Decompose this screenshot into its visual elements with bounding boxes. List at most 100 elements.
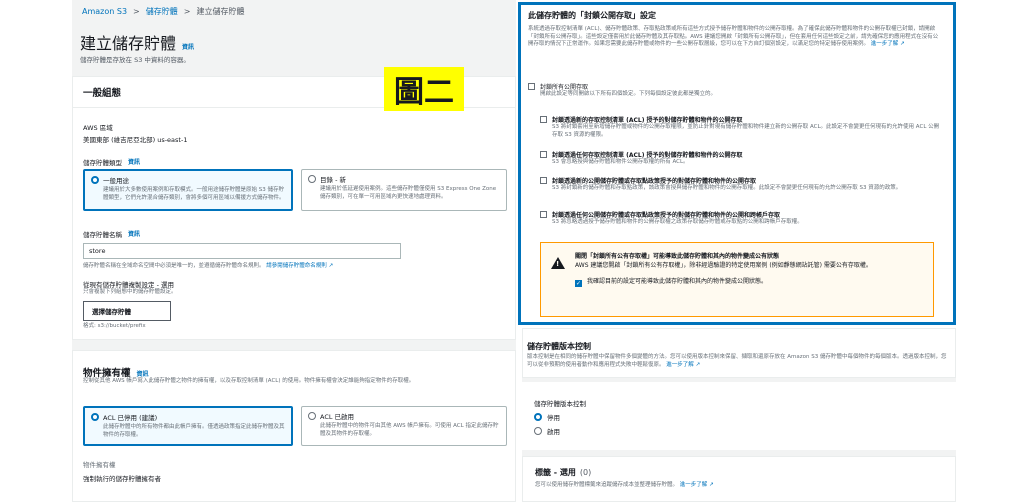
panel-heading: 此儲存貯體的「封鎖公開存取」設定	[528, 11, 656, 20]
versioning-disable-radio[interactable]: 停用	[534, 412, 560, 422]
info-link[interactable]: 資訊	[128, 229, 140, 239]
bucket-name-input[interactable]: store	[83, 243, 401, 259]
checkbox-icon	[540, 151, 547, 158]
external-link-icon: ↗	[709, 482, 714, 488]
panel-heading: 標籤 - 選用	[535, 468, 576, 477]
option-title: ACL 已停用 (建議)	[103, 414, 158, 422]
bucket-name-hint: 儲存貯體名稱在全域命名空間中必須是唯一的，並遵循儲存貯體命名規則。 請參閱儲存貯…	[83, 263, 334, 269]
external-link-icon: ↗	[695, 361, 701, 368]
option-title: 目錄 - 新	[320, 176, 346, 184]
block-public-access-highlight: 此儲存貯體的「封鎖公開存取」設定 系統透過存取控制清單 (ACL)、儲存貯體政策…	[518, 2, 956, 325]
versioning-panel: 儲存貯體版本控制 版本控制是在相同的儲存貯體中保留物件多個變體的方法。您可以使用…	[522, 328, 956, 378]
choose-bucket-button[interactable]: 選擇儲存貯體	[83, 301, 171, 321]
external-link-icon: ↗	[328, 263, 334, 269]
radio-selected-icon	[534, 413, 542, 421]
info-link[interactable]: 資訊	[182, 42, 194, 51]
checkbox-label: 我確認目前的設定可能導致此儲存貯體和其內的物件變成公開狀態。	[587, 278, 768, 286]
block-new-acl-checkbox[interactable]: 封鎖透過新的存取控制清單 (ACL) 授予的對儲存貯體和物件的公開存取 S3 將…	[540, 115, 940, 139]
radio-label: 停用	[547, 414, 560, 422]
block-all-checkbox[interactable]: 封鎖所有公開存取 開啟此設定等同開啟以下所有四個設定。下列每個設定彼此都是獨立的…	[528, 82, 940, 99]
tags-panel: 標籤 - 選用 (0) 您可以使用儲存貯體標籤來追蹤儲存成本並整理儲存貯體。 進…	[522, 456, 956, 502]
radio-icon	[534, 427, 542, 435]
tags-count: (0)	[579, 468, 592, 477]
ownership-label: 物件擁有權	[83, 461, 116, 469]
format-hint: 格式: s3://bucket/prefix	[83, 323, 146, 329]
learn-more-link[interactable]: 進一步了解	[666, 362, 694, 368]
bucket-type-label: 儲存貯體類型	[83, 159, 122, 167]
breadcrumb-buckets[interactable]: 儲存貯體	[146, 6, 178, 17]
page-title-row: 建立儲存貯體 資訊	[80, 30, 194, 54]
checkbox-label: 封鎖透過任何公開儲存貯體或存取點政策授予的對儲存貯體和物件的公開和跨帳戶存取	[552, 212, 781, 219]
versioning-desc: 版本控制是在相同的儲存貯體中保留物件多個變體的方法。您可以使用版本控制來保留、擷…	[527, 354, 947, 368]
checkbox-hint: 開啟此設定等同開啟以下所有四個設定。下列每個設定彼此都是獨立的。	[540, 91, 717, 97]
naming-rules-link[interactable]: 請參閱儲存貯體命名規則	[266, 263, 327, 269]
block-new-policy-checkbox[interactable]: 封鎖透過新的公開儲存貯體或存取點政策授予的對儲存貯體和物件的公開存取 S3 將封…	[540, 176, 940, 193]
checkbox-checked-icon: ✓	[575, 279, 582, 287]
checkbox-icon	[540, 177, 547, 184]
block-any-acl-checkbox[interactable]: 封鎖透過任何存取控制清單 (ACL) 授予的對儲存貯體和物件的公開存取 S3 會…	[540, 150, 940, 167]
checkbox-icon	[540, 116, 547, 123]
info-link[interactable]: 資訊	[128, 157, 140, 167]
checkbox-label: 封鎖透過任何存取控制清單 (ACL) 授予的對儲存貯體和物件的公開存取	[552, 152, 743, 159]
page-title: 建立儲存貯體	[80, 34, 177, 53]
checkbox-label: 封鎖所有公開存取	[540, 84, 589, 91]
radio-icon	[308, 175, 316, 183]
breadcrumb-root[interactable]: Amazon S3	[82, 7, 127, 16]
region-label: AWS 區域	[83, 124, 113, 132]
region-value: 美國東部 (維吉尼亞北部) us-east-1	[83, 136, 188, 144]
general-purpose-option[interactable]: 一般用途 建議用於大多數使用案例和存取模式。一般用途儲存貯體是原始 S3 儲存貯…	[83, 169, 293, 211]
acl-enabled-option[interactable]: ACL 已啟用 此儲存貯體中的物件可由其他 AWS 帳戶擁有。可使用 ACL 指…	[301, 406, 507, 446]
checkbox-icon	[540, 211, 547, 218]
acknowledge-checkbox[interactable]: ✓ 我確認目前的設定可能導致此儲存貯體和其內的物件變成公開狀態。	[575, 278, 927, 287]
checkbox-hint: S3 將封鎖套用至新增儲存貯體或物件的公開存取權限，並防止針對現有儲存貯體和物件…	[552, 124, 940, 138]
option-desc: 建議用於低延遲使用案例。這些儲存貯體僅使用 S3 Express One Zon…	[320, 186, 497, 200]
object-ownership-panel: 物件擁有權 資訊 控制從其他 AWS 帳戶寫入此儲存貯體之物件的擁有權，以及存取…	[72, 350, 516, 502]
external-link-icon: ↗	[900, 41, 905, 48]
checkbox-hint: S3 會忽略授與儲存貯體和物件公開存取權的所有 ACL。	[552, 159, 689, 165]
versioning-section: 儲存貯體版本控制 版本控制是在相同的儲存貯體中保留物件多個變體的方法。您可以使用…	[522, 328, 956, 502]
panel-heading: 儲存貯體版本控制	[527, 342, 591, 351]
versioning-options: 儲存貯體版本控制 停用 啟用	[522, 382, 956, 450]
breadcrumb-separator: >	[133, 7, 140, 16]
radio-selected-icon	[91, 176, 99, 184]
breadcrumb-current: 建立儲存貯體	[196, 7, 245, 16]
general-config-panel: 一般組態 AWS 區域 美國東部 (維吉尼亞北部) us-east-1 儲存貯體…	[72, 76, 516, 340]
checkbox-icon	[528, 83, 535, 90]
radio-label: 啟用	[547, 428, 560, 436]
warning-desc: AWS 建議您開啟「封鎖所有公有存取權」，除非經過驗證的特定使用案例 (例如靜態…	[575, 262, 872, 269]
checkbox-hint: S3 將忽略透過授予儲存貯體和物件的公開存取權之政策存取儲存貯體或存取點的公開和…	[552, 219, 803, 225]
learn-more-link[interactable]: 進一步了解	[871, 41, 899, 47]
acl-disabled-option[interactable]: ACL 已停用 (建議) 此儲存貯體中的所有物件都由此帳戶擁有。僅透過政策指定此…	[83, 406, 293, 446]
warning-icon: !	[551, 257, 565, 269]
copy-settings-hint: 只會複製下列組態中的儲存貯體設定。	[83, 289, 177, 295]
block-public-desc: 系統透過存取控制清單 (ACL)、儲存貯體政策、存取點政策或所有這些方式授予儲存…	[528, 26, 939, 48]
breadcrumb: Amazon S3 > 儲存貯體 > 建立儲存貯體	[82, 6, 244, 17]
checkbox-hint: S3 將封鎖新的儲存貯體和存取點政策，該政策會授與儲存貯體和物件的公開存取權。此…	[552, 185, 902, 191]
ownership-desc: 控制從其他 AWS 帳戶寫入此儲存貯體之物件的擁有權，以及存取控制清單 (ACL…	[83, 378, 415, 384]
option-title: ACL 已啟用	[320, 413, 355, 421]
versioning-enable-radio[interactable]: 啟用	[534, 426, 560, 436]
bucket-name-label: 儲存貯體名稱	[83, 231, 122, 239]
radio-icon	[308, 412, 316, 420]
radio-selected-icon	[91, 413, 99, 421]
copy-settings-label: 從現有儲存貯體複製設定 - 選用	[83, 281, 174, 289]
checkbox-label: 封鎖透過新的公開儲存貯體或存取點政策授予的對儲存貯體和物件的公開存取	[552, 178, 757, 185]
breadcrumb-separator: >	[183, 7, 191, 16]
tags-desc: 您可以使用儲存貯體標籤來追蹤儲存成本並整理儲存貯體。 進一步了解 ↗	[535, 482, 714, 488]
directory-option[interactable]: 目錄 - 新 建議用於低延遲使用案例。這些儲存貯體僅使用 S3 Express …	[301, 169, 507, 211]
block-any-policy-checkbox[interactable]: 封鎖透過任何公開儲存貯體或存取點政策授予的對儲存貯體和物件的公開和跨帳戶存取 S…	[540, 210, 940, 227]
versioning-label: 儲存貯體版本控制	[534, 400, 586, 408]
learn-more-link[interactable]: 進一步了解	[680, 482, 708, 488]
ownership-value: 強制執行的儲存貯體擁有者	[83, 475, 161, 483]
option-desc: 建議用於大多數使用案例和存取模式。一般用途儲存貯體是原始 S3 儲存貯體類型，它…	[103, 187, 285, 201]
panel-heading: 物件擁有權	[83, 368, 131, 379]
info-link[interactable]: 資訊	[137, 369, 149, 378]
warning-alert: ! 關閉「封鎖所有公有存取權」可能導致此儲存貯體和其內的物件變成公有狀態 AWS…	[540, 242, 934, 317]
option-desc: 此儲存貯體中的物件可由其他 AWS 帳戶擁有。可使用 ACL 指定此儲存貯體及其…	[320, 423, 499, 437]
page-description: 儲存貯體是存放在 S3 中資料的容器。	[80, 56, 190, 64]
figure-tag: 圖二	[384, 67, 464, 111]
option-title: 一般用途	[103, 177, 129, 185]
warning-title: 關閉「封鎖所有公有存取權」可能導致此儲存貯體和其內的物件變成公有狀態	[575, 253, 780, 260]
option-desc: 此儲存貯體中的所有物件都由此帳戶擁有。僅透過政策指定此儲存貯體及其物件的存取權。	[103, 424, 285, 438]
checkbox-label: 封鎖透過新的存取控制清單 (ACL) 授予的對儲存貯體和物件的公開存取	[552, 117, 743, 124]
